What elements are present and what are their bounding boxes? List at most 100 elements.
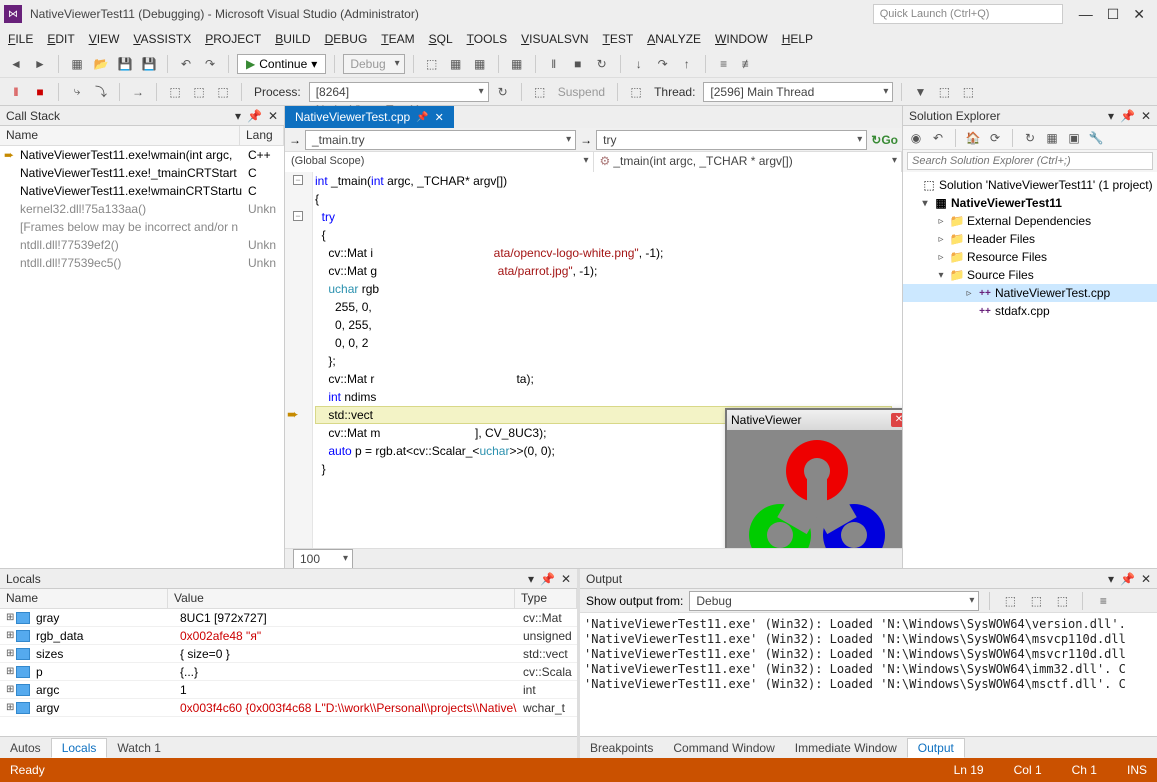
home-icon[interactable]: ◉ <box>907 129 925 147</box>
pin-icon[interactable]: 📌 <box>1120 572 1135 586</box>
menu-window[interactable]: WINDOW <box>715 32 768 46</box>
wrap-icon[interactable]: ⬚ <box>1026 591 1046 611</box>
collapse-icon[interactable]: ▣ <box>1065 129 1083 147</box>
callstack-row[interactable]: [Frames below may be incorrect and/or n <box>0 218 284 236</box>
output-from-combo[interactable]: Debug <box>689 591 979 611</box>
config-combo[interactable]: Debug <box>343 54 404 74</box>
tool-icon[interactable]: ▦ <box>470 54 490 74</box>
callstack-row[interactable]: ➨NativeViewerTest11.exe!wmain(int argc,C… <box>0 146 284 164</box>
step-icon[interactable]: ↓ <box>629 54 649 74</box>
tab-breakpoints[interactable]: Breakpoints <box>580 739 663 757</box>
tree-folder[interactable]: ▾📁Source Files <box>903 266 1157 284</box>
tab-command-window[interactable]: Command Window <box>663 739 784 757</box>
minimize-icon[interactable]: — <box>1079 7 1093 21</box>
menu-vassistx[interactable]: VASSISTX <box>133 32 191 46</box>
pin-icon[interactable]: 📌 <box>1120 109 1135 123</box>
tool-icon[interactable]: ⬚ <box>213 82 233 102</box>
tab-watch-1[interactable]: Watch 1 <box>107 739 171 757</box>
tool-icon[interactable]: ⬚ <box>165 82 185 102</box>
step-over-icon[interactable]: ↷ <box>653 54 673 74</box>
refresh-icon[interactable]: ↻ <box>493 82 513 102</box>
popup-close-icon[interactable]: ✕ <box>891 413 902 427</box>
menu-debug[interactable]: DEBUG <box>325 32 368 46</box>
tool-icon[interactable]: ⬚ <box>1052 591 1072 611</box>
tree-folder[interactable]: ▹📁External Dependencies <box>903 212 1157 230</box>
tool-icon[interactable]: ⬚ <box>934 82 954 102</box>
thread-combo[interactable]: [2596] Main Thread <box>703 82 893 102</box>
menu-test[interactable]: TEST <box>603 32 634 46</box>
maximize-icon[interactable]: ☐ <box>1107 7 1120 21</box>
sync-icon[interactable]: ⟳ <box>986 129 1004 147</box>
tool-icon[interactable]: ⬚ <box>958 82 978 102</box>
clear-icon[interactable]: ⬚ <box>1000 591 1020 611</box>
save-all-icon[interactable]: 💾 <box>139 54 159 74</box>
zoom-combo[interactable]: 100 % <box>293 549 353 569</box>
code-editor[interactable]: −− int _tmain(int argc, _TCHAR* argv[]){… <box>285 172 902 548</box>
continue-button[interactable]: ▶ Continue ▾ <box>237 54 326 74</box>
pin-icon[interactable]: 📌 <box>416 112 428 123</box>
close-icon[interactable]: ✕ <box>435 111 444 124</box>
nav-back-icon[interactable]: ◄ <box>6 54 26 74</box>
nav-scope-combo[interactable]: _tmain.try <box>305 130 576 150</box>
dropdown-icon[interactable]: ▾ <box>528 572 534 586</box>
menu-visualsvn[interactable]: VISUALSVN <box>521 32 588 46</box>
callstack-row[interactable]: kernel32.dll!75a133aa()Unkn <box>0 200 284 218</box>
uncomment-icon[interactable]: ≢ <box>738 54 758 74</box>
tab-autos[interactable]: Autos <box>0 739 51 757</box>
tool-icon[interactable]: ▦ <box>446 54 466 74</box>
suspend-icon[interactable]: ⬚ <box>530 82 550 102</box>
undo-icon[interactable]: ↶ <box>176 54 196 74</box>
tool-icon[interactable]: ⬚ <box>422 54 442 74</box>
callstack-row[interactable]: ntdll.dll!77539ef2()Unkn <box>0 236 284 254</box>
nav-member-combo[interactable]: try <box>596 130 867 150</box>
menu-build[interactable]: BUILD <box>275 32 310 46</box>
nav-fwd-icon[interactable]: → <box>580 133 592 147</box>
new-project-icon[interactable]: ▦ <box>67 54 87 74</box>
close-icon[interactable]: ✕ <box>1141 109 1151 123</box>
go-button[interactable]: ↻Go <box>871 133 898 147</box>
quick-launch-input[interactable]: Quick Launch (Ctrl+Q) <box>873 4 1063 24</box>
dropdown-icon[interactable]: ▾ <box>1108 109 1114 123</box>
locals-row[interactable]: ⊞argv0x003f4c60 {0x003f4c68 L"D:\\work\\… <box>0 699 577 717</box>
menu-help[interactable]: HELP <box>782 32 813 46</box>
callstack-row[interactable]: ntdll.dll!77539ec5()Unkn <box>0 254 284 272</box>
nav-fwd-icon[interactable]: ► <box>30 54 50 74</box>
save-icon[interactable]: 💾 <box>115 54 135 74</box>
tree-project[interactable]: ▾▦ NativeViewerTest11 <box>903 194 1157 212</box>
restart-icon[interactable]: ↻ <box>592 54 612 74</box>
menu-tools[interactable]: TOOLS <box>467 32 507 46</box>
tool-icon[interactable]: ▦ <box>507 54 527 74</box>
break-all-icon[interactable]: ‖ <box>6 82 26 102</box>
thread-icon[interactable]: ⬚ <box>626 82 646 102</box>
menu-edit[interactable]: EDIT <box>47 32 74 46</box>
step-out-icon[interactable]: ↑ <box>677 54 697 74</box>
menu-file[interactable]: FILE <box>8 32 33 46</box>
pin-icon[interactable]: 📌 <box>247 109 262 123</box>
tool-icon[interactable]: → <box>128 82 148 102</box>
menu-sql[interactable]: SQL <box>429 32 453 46</box>
filter-icon[interactable]: ▼ <box>910 82 930 102</box>
callstack-row[interactable]: NativeViewerTest11.exe!_tmainCRTStartC <box>0 164 284 182</box>
tree-folder[interactable]: ▹📁Header Files <box>903 230 1157 248</box>
locals-row[interactable]: ⊞gray8UC1 [972x727]cv::Mat <box>0 609 577 627</box>
open-icon[interactable]: 📂 <box>91 54 111 74</box>
scope-combo-right[interactable]: ⚙ _tmain(int argc, _TCHAR * argv[]) <box>594 152 903 172</box>
close-icon[interactable]: ✕ <box>1133 7 1145 21</box>
tree-file[interactable]: ++stdafx.cpp <box>903 302 1157 320</box>
properties-icon[interactable]: 🔧 <box>1087 129 1105 147</box>
close-icon[interactable]: ✕ <box>561 572 571 586</box>
refresh-icon[interactable]: ↻ <box>1021 129 1039 147</box>
process-combo[interactable]: [8264] NativeViewerTest11.exe <box>309 82 489 102</box>
close-icon[interactable]: ✕ <box>1141 572 1151 586</box>
dropdown-icon[interactable]: ▾ <box>1108 572 1114 586</box>
scope-combo-left[interactable]: (Global Scope) <box>285 152 594 172</box>
tab-nativeviewertest-cpp[interactable]: NativeViewerTest.cpp 📌 ✕ <box>285 106 454 128</box>
home2-icon[interactable]: 🏠 <box>964 129 982 147</box>
redo-icon[interactable]: ↷ <box>200 54 220 74</box>
pause-icon[interactable]: ‖ <box>544 54 564 74</box>
locals-row[interactable]: ⊞p{...}cv::Scala <box>0 663 577 681</box>
output-text[interactable]: 'NativeViewerTest11.exe' (Win32): Loaded… <box>580 613 1157 736</box>
close-icon[interactable]: ✕ <box>268 109 278 123</box>
dropdown-icon[interactable]: ▾ <box>235 109 241 123</box>
menu-view[interactable]: VIEW <box>89 32 120 46</box>
